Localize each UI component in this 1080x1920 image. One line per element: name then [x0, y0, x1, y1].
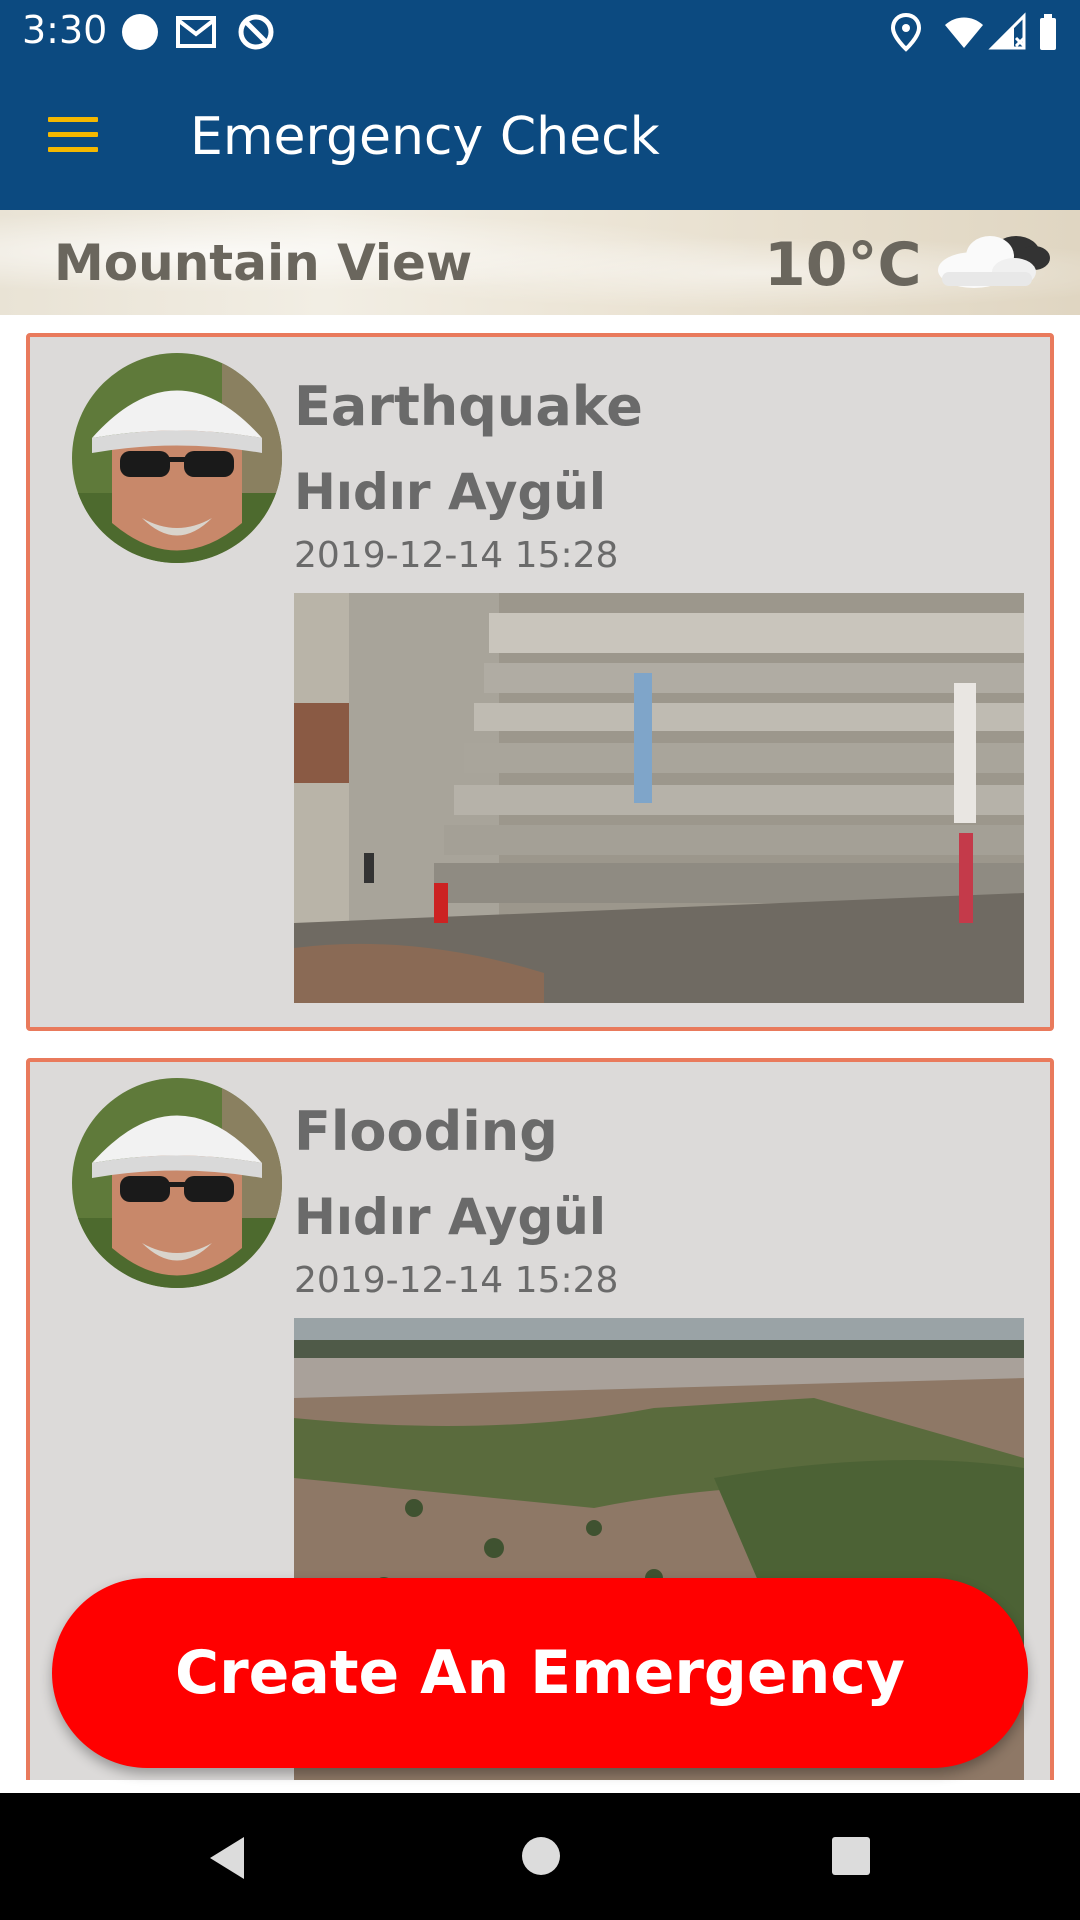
- hamburger-menu-icon[interactable]: [48, 117, 98, 155]
- sync-icon: [238, 14, 274, 50]
- gmail-icon: [176, 16, 216, 48]
- emergency-user: Hıdır Aygül: [294, 1188, 607, 1246]
- emergency-type: Flooding: [294, 1100, 558, 1163]
- create-emergency-button[interactable]: Create An Emergency: [52, 1578, 1028, 1768]
- status-time: 3:30: [22, 8, 108, 52]
- emergency-datetime: 2019-12-14 15:28: [294, 1260, 619, 1301]
- screen: 3:30 Emergency Check Mountain View 10°C …: [0, 0, 1080, 1920]
- status-bar: 3:30: [0, 0, 1080, 63]
- app-bar: Emergency Check: [0, 63, 1080, 210]
- cloud-icon: [938, 236, 1050, 288]
- emergency-card-earthquake[interactable]: Earthquake Hıdır Aygül 2019-12-14 15:28: [26, 333, 1054, 1031]
- location-icon: [890, 12, 922, 52]
- avatar: [72, 1078, 282, 1288]
- weather-city: Mountain View: [54, 234, 473, 292]
- emergency-type: Earthquake: [294, 375, 643, 438]
- wifi-icon: [945, 17, 983, 48]
- navigation-bar: [0, 1793, 1080, 1920]
- home-icon[interactable]: [518, 1833, 564, 1879]
- emergency-list[interactable]: Earthquake Hıdır Aygül 2019-12-14 15:28: [0, 315, 1080, 1780]
- signal-icon: [988, 12, 1026, 50]
- battery-icon: [1040, 14, 1056, 50]
- avatar: [72, 353, 282, 563]
- collapsed-building-photo[interactable]: [294, 593, 1024, 1003]
- circle-icon: [122, 14, 158, 50]
- back-icon[interactable]: [204, 1833, 250, 1883]
- emergency-user: Hıdır Aygül: [294, 463, 607, 521]
- emergency-datetime: 2019-12-14 15:28: [294, 535, 619, 576]
- weather-banner: Mountain View 10°C: [0, 210, 1080, 315]
- recents-icon[interactable]: [830, 1835, 872, 1877]
- page-title: Emergency Check: [190, 107, 660, 167]
- weather-temperature: 10°C: [764, 230, 922, 300]
